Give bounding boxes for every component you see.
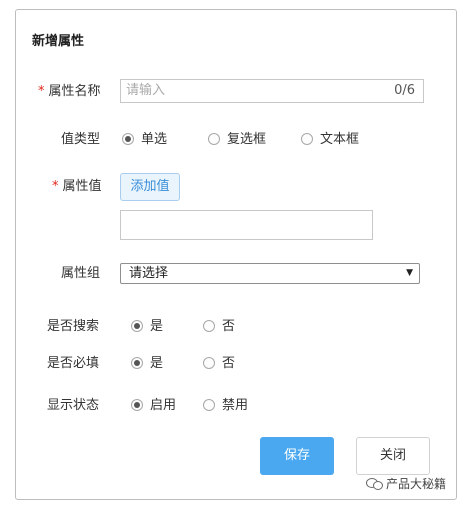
radio-unselected-icon xyxy=(203,399,215,411)
radio-label: 是 xyxy=(150,319,164,334)
attr-value-input[interactable] xyxy=(120,210,373,240)
group-selected-value: 请选择 xyxy=(129,266,169,281)
searchable-label: 是否搜索 xyxy=(47,319,100,334)
required-mark: * xyxy=(38,84,45,99)
radio-label: 文本框 xyxy=(320,132,360,147)
name-input[interactable]: 请输入 0/6 xyxy=(120,79,424,103)
radio-selected-icon xyxy=(131,320,143,332)
radio-selected-icon xyxy=(131,399,143,411)
group-select[interactable]: 请选择 ▼ xyxy=(120,263,420,284)
radio-label: 否 xyxy=(222,319,236,334)
display-state-radio-enable[interactable]: 启用 xyxy=(131,396,176,416)
add-value-button[interactable]: 添加值 xyxy=(120,173,180,201)
radio-label: 禁用 xyxy=(222,398,249,413)
required-radio-yes[interactable]: 是 xyxy=(131,354,163,374)
attr-value-label-text: 属性值 xyxy=(62,179,102,194)
name-char-counter: 0/6 xyxy=(394,83,415,98)
radio-unselected-icon xyxy=(203,320,215,332)
caret-down-icon: ▼ xyxy=(406,268,413,278)
radio-unselected-icon xyxy=(301,133,313,145)
attr-value-label: * 属性值 xyxy=(52,176,102,198)
wechat-icon xyxy=(366,477,383,490)
required-label: 是否必填 xyxy=(47,356,100,371)
radio-unselected-icon xyxy=(208,133,220,145)
required-mark: * xyxy=(52,179,59,194)
radio-label: 复选框 xyxy=(227,132,267,147)
add-attribute-dialog: 新增属性 * 属性名称 请输入 0/6 值类型 单选 复选框 文本框 * 属性值 添… xyxy=(15,9,457,500)
radio-label: 单选 xyxy=(141,132,168,147)
dialog-title: 新增属性 xyxy=(32,34,85,49)
close-button[interactable]: 关闭 xyxy=(356,437,430,475)
value-type-radio-single[interactable]: 单选 xyxy=(122,130,167,150)
searchable-radio-no[interactable]: 否 xyxy=(203,317,235,337)
radio-label: 启用 xyxy=(150,398,177,413)
required-radio-no[interactable]: 否 xyxy=(203,354,235,374)
watermark: 产品大秘籍 xyxy=(366,475,446,492)
name-placeholder: 请输入 xyxy=(126,83,166,98)
name-label-text: 属性名称 xyxy=(48,84,101,99)
value-type-radio-checkbox[interactable]: 复选框 xyxy=(208,130,266,150)
watermark-text: 产品大秘籍 xyxy=(386,477,447,491)
name-label: * 属性名称 xyxy=(38,81,101,103)
radio-label: 否 xyxy=(222,356,236,371)
display-state-label: 显示状态 xyxy=(47,398,100,413)
group-label: 属性组 xyxy=(61,266,101,281)
searchable-radio-yes[interactable]: 是 xyxy=(131,317,163,337)
value-type-radio-text[interactable]: 文本框 xyxy=(301,130,359,150)
radio-unselected-icon xyxy=(203,357,215,369)
radio-selected-icon xyxy=(122,133,134,145)
radio-label: 是 xyxy=(150,356,164,371)
save-button[interactable]: 保存 xyxy=(260,437,334,475)
display-state-radio-disable[interactable]: 禁用 xyxy=(203,396,248,416)
radio-selected-icon xyxy=(131,357,143,369)
value-type-label: 值类型 xyxy=(61,132,101,147)
